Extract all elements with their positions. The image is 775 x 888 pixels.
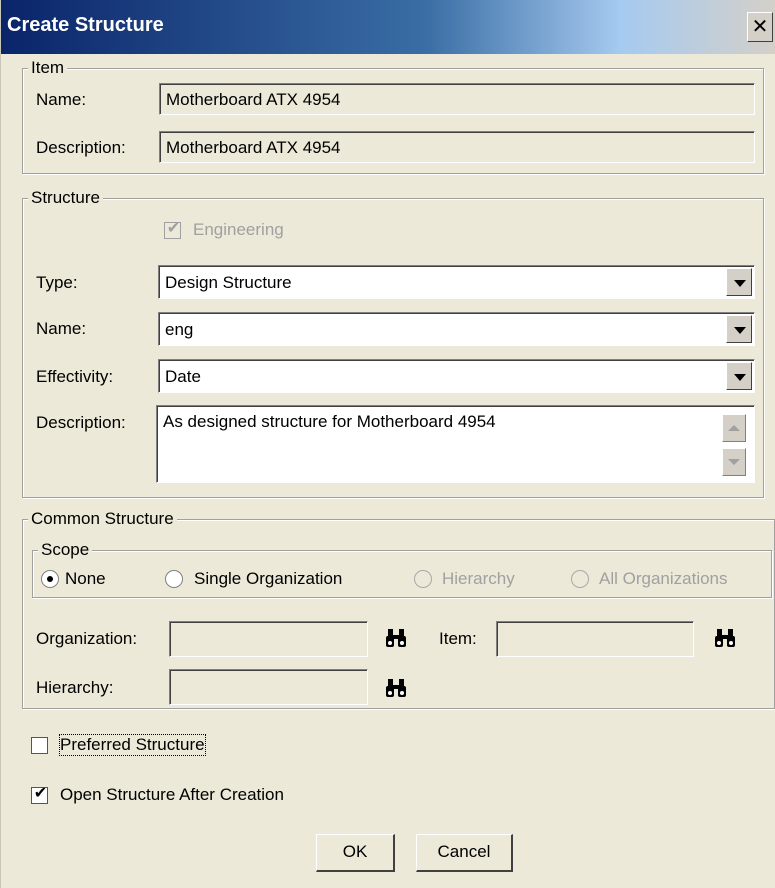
create-structure-dialog: Create Structure ✕ Item Name: Motherboar… (0, 0, 775, 888)
organization-label: Organization: (36, 629, 138, 648)
effectivity-select-value: Date (165, 367, 201, 386)
dialog-title: Create Structure (7, 14, 164, 36)
scope-none-label: None (65, 569, 106, 588)
structure-name-label: Name: (36, 319, 87, 338)
check-icon: ✔ (33, 785, 48, 802)
item-search-field[interactable] (496, 621, 694, 657)
scope-single-organization-radio[interactable] (165, 570, 183, 588)
scroll-up-button[interactable] (722, 414, 746, 442)
cancel-button[interactable]: Cancel (416, 834, 513, 872)
preferred-structure-checkbox[interactable] (31, 737, 48, 754)
ok-button[interactable]: OK (316, 834, 395, 872)
hierarchy-label: Hierarchy: (36, 678, 114, 697)
structure-group-legend: Structure (28, 188, 103, 208)
item-group-legend: Item (28, 58, 68, 78)
structure-name-select-value: eng (165, 320, 194, 339)
type-select-value: Design Structure (165, 273, 292, 292)
scope-none-radio[interactable] (41, 570, 59, 588)
chevron-down-icon[interactable] (726, 362, 752, 390)
item-name-label: Name: (36, 90, 87, 109)
scope-legend: Scope (38, 540, 93, 560)
item-description-label: Description: (36, 138, 126, 157)
type-label: Type: (36, 273, 78, 292)
scope-all-organizations-label: All Organizations (599, 569, 728, 588)
preferred-structure-label[interactable]: Preferred Structure (59, 734, 206, 756)
type-select[interactable]: Design Structure (158, 265, 755, 299)
engineering-checkbox[interactable]: ✔ (164, 220, 181, 239)
chevron-down-icon[interactable] (726, 268, 752, 296)
check-icon: ✔ (166, 220, 181, 237)
chevron-down-icon[interactable] (726, 315, 752, 343)
radio-selected-dot (47, 576, 53, 582)
open-after-creation-checkbox[interactable]: ✔ (31, 785, 48, 804)
scope-single-organization-label: Single Organization (194, 569, 343, 588)
scroll-down-button[interactable] (722, 448, 746, 476)
effectivity-select[interactable]: Date (158, 359, 755, 393)
structure-description-value: As designed structure for Motherboard 49… (163, 412, 496, 431)
item-name-field: Motherboard ATX 4954 (159, 83, 755, 115)
scope-hierarchy-radio[interactable] (414, 570, 432, 588)
structure-description-label: Description: (36, 413, 126, 432)
effectivity-label: Effectivity: (36, 367, 114, 386)
hierarchy-field[interactable] (169, 669, 368, 705)
item-description-field: Motherboard ATX 4954 (159, 131, 755, 163)
binoculars-icon[interactable] (384, 677, 408, 699)
organization-field[interactable] (169, 621, 368, 657)
binoculars-icon[interactable] (713, 627, 737, 649)
open-after-creation-label[interactable]: Open Structure After Creation (60, 785, 284, 805)
structure-description-textarea[interactable]: As designed structure for Motherboard 49… (156, 405, 755, 483)
close-button[interactable]: ✕ (747, 12, 773, 42)
scope-all-organizations-radio[interactable] (571, 570, 589, 588)
close-icon: ✕ (751, 16, 769, 38)
common-structure-legend: Common Structure (28, 509, 177, 529)
title-bar[interactable]: Create Structure ✕ (1, 0, 775, 54)
structure-name-select[interactable]: eng (158, 312, 755, 346)
scope-hierarchy-label: Hierarchy (442, 569, 515, 588)
engineering-label: Engineering (193, 220, 284, 239)
item-search-label: Item: (439, 629, 477, 648)
binoculars-icon[interactable] (384, 627, 408, 649)
